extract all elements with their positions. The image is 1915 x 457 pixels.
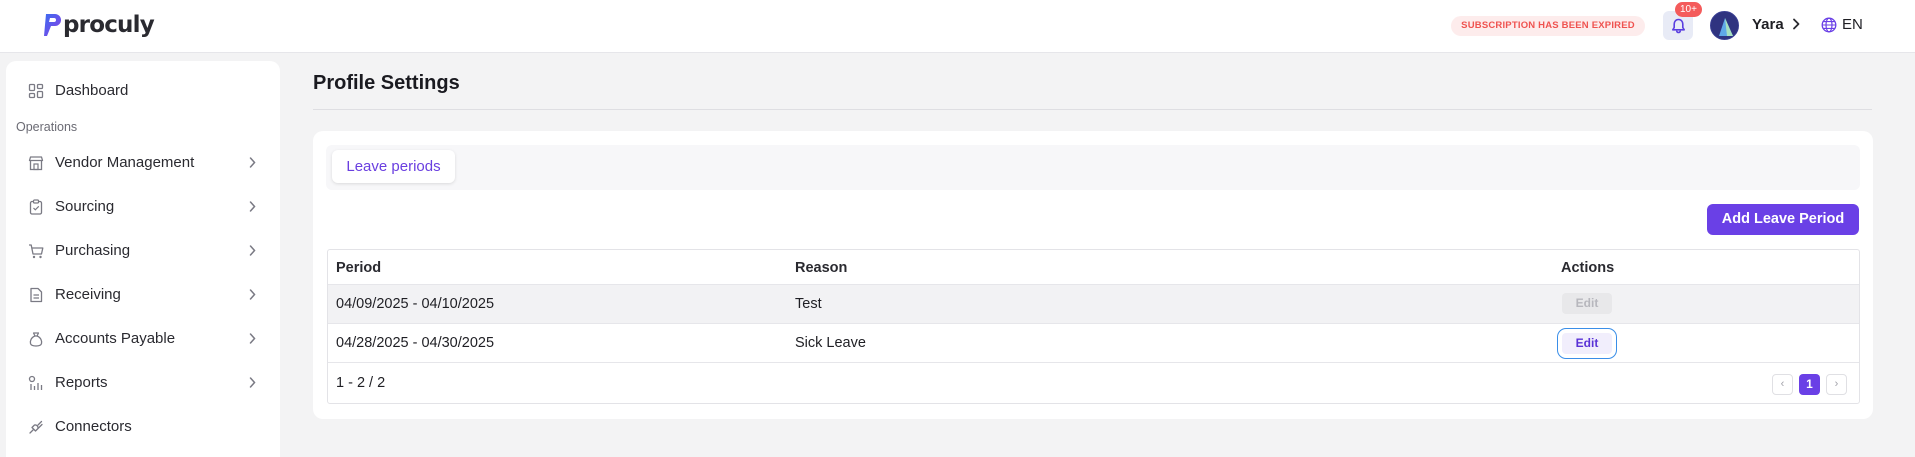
- dashboard-icon: [28, 83, 44, 99]
- chevron-right-icon: [249, 289, 256, 300]
- sidebar: Dashboard Operations Vendor Management S…: [6, 61, 280, 457]
- document-icon: [30, 287, 43, 303]
- reason-cell: Test: [795, 296, 822, 312]
- notification-count-badge: 10+: [1675, 2, 1702, 17]
- period-cell: 04/28/2025 - 04/30/2025: [336, 335, 495, 351]
- pagination-summary: 1 - 2 / 2: [336, 375, 386, 391]
- column-header-actions: Actions: [1561, 260, 1615, 276]
- sidebar-item-purchasing[interactable]: Purchasing: [6, 233, 280, 269]
- reason-cell: Sick Leave: [795, 335, 866, 351]
- edit-button-disabled: Edit: [1562, 293, 1612, 314]
- column-header-reason: Reason: [795, 260, 848, 276]
- proculy-logo-icon: [44, 14, 61, 36]
- brand-logo[interactable]: proculy: [44, 12, 155, 38]
- chevron-right-icon: [249, 245, 256, 256]
- sidebar-item-label: Dashboard: [55, 82, 129, 99]
- chevron-right-icon: [249, 333, 256, 344]
- store-icon: [28, 156, 44, 171]
- sidebar-item-connectors[interactable]: Connectors: [6, 409, 280, 445]
- sidebar-item-label: Purchasing: [55, 242, 131, 259]
- period-cell: 04/09/2025 - 04/10/2025: [336, 296, 495, 312]
- chevron-right-icon: [249, 157, 256, 168]
- leave-periods-table: Period Reason Actions 04/09/2025 - 04/10…: [327, 249, 1860, 404]
- sidebar-item-label: Receiving: [55, 286, 121, 303]
- table-row: 04/28/2025 - 04/30/2025 Sick Leave Edit: [328, 323, 1859, 362]
- plug-icon: [29, 420, 43, 434]
- edit-button[interactable]: Edit: [1557, 328, 1617, 359]
- sidebar-item-label: Sourcing: [55, 198, 115, 215]
- tab-leave-periods[interactable]: Leave periods: [332, 150, 455, 183]
- money-bag-icon: [29, 332, 43, 347]
- cart-icon: [29, 244, 44, 259]
- sidebar-item-receiving[interactable]: Receiving: [6, 277, 280, 313]
- table-footer: [328, 362, 1859, 403]
- sidebar-item-sourcing[interactable]: Sourcing: [6, 189, 280, 225]
- brand-name: proculy: [63, 12, 155, 38]
- chevron-right-icon[interactable]: [1792, 18, 1800, 30]
- sidebar-section-operations: Operations: [16, 120, 78, 134]
- clipboard-icon: [29, 199, 43, 215]
- avatar-image: [1711, 12, 1738, 39]
- table-row: 04/09/2025 - 04/10/2025 Test Edit: [328, 284, 1859, 323]
- sidebar-item-label: Vendor Management: [55, 154, 195, 171]
- reports-icon: [28, 375, 43, 390]
- tab-bar: [326, 145, 1860, 190]
- sidebar-item-vendor-management[interactable]: Vendor Management: [6, 145, 280, 181]
- sidebar-item-reports[interactable]: Reports: [6, 365, 280, 401]
- bell-icon: [1671, 18, 1685, 33]
- chevron-right-icon: [249, 377, 256, 388]
- sidebar-item-label: Connectors: [55, 418, 132, 435]
- pagination-current-page[interactable]: 1: [1799, 374, 1820, 395]
- pagination-next-button[interactable]: ›: [1826, 374, 1847, 395]
- user-name[interactable]: Yara: [1752, 16, 1784, 34]
- add-leave-period-button[interactable]: Add Leave Period: [1707, 204, 1859, 235]
- language-selector[interactable]: EN: [1842, 16, 1863, 34]
- sidebar-item-dashboard[interactable]: Dashboard: [6, 73, 280, 109]
- pagination-prev-button[interactable]: ‹: [1772, 374, 1793, 395]
- top-header: proculy SUBSCRIPTION HAS BEEN EXPIRED 10…: [0, 0, 1915, 53]
- column-header-period: Period: [336, 260, 382, 276]
- sidebar-item-label: Reports: [55, 374, 108, 391]
- chevron-right-icon: [249, 201, 256, 212]
- sidebar-item-label: Accounts Payable: [55, 330, 176, 347]
- globe-icon[interactable]: [1821, 17, 1837, 33]
- subscription-expired-badge: SUBSCRIPTION HAS BEEN EXPIRED: [1451, 16, 1645, 36]
- avatar[interactable]: [1710, 11, 1739, 40]
- sidebar-item-accounts-payable[interactable]: Accounts Payable: [6, 321, 280, 357]
- title-divider: [313, 109, 1872, 110]
- page-title: Profile Settings: [313, 72, 460, 94]
